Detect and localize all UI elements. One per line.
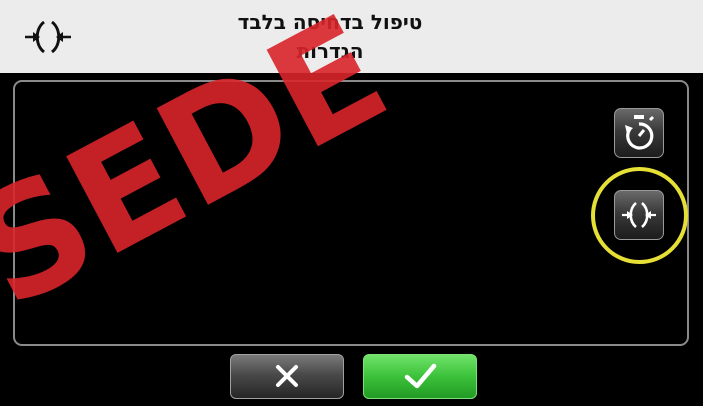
metronome-timer-icon — [625, 115, 655, 150]
metronome-timer-button[interactable] — [614, 108, 664, 158]
checkmark-icon — [404, 363, 437, 389]
header-bar: טיפול בדחיסה בלבד הגדרות — [0, 0, 703, 73]
device-screen: טיפול בדחיסה בלבד הגדרות SEDE — [0, 0, 703, 406]
screen-subtitle: הגדרות — [296, 39, 364, 63]
screen-title: טיפול בדחיסה בלבד — [237, 10, 423, 34]
close-icon — [276, 365, 298, 387]
compression-only-icon — [25, 20, 71, 54]
highlight-ring — [591, 167, 688, 264]
settings-panel — [13, 80, 689, 346]
cancel-button[interactable] — [230, 354, 344, 399]
confirm-button[interactable] — [363, 354, 477, 399]
